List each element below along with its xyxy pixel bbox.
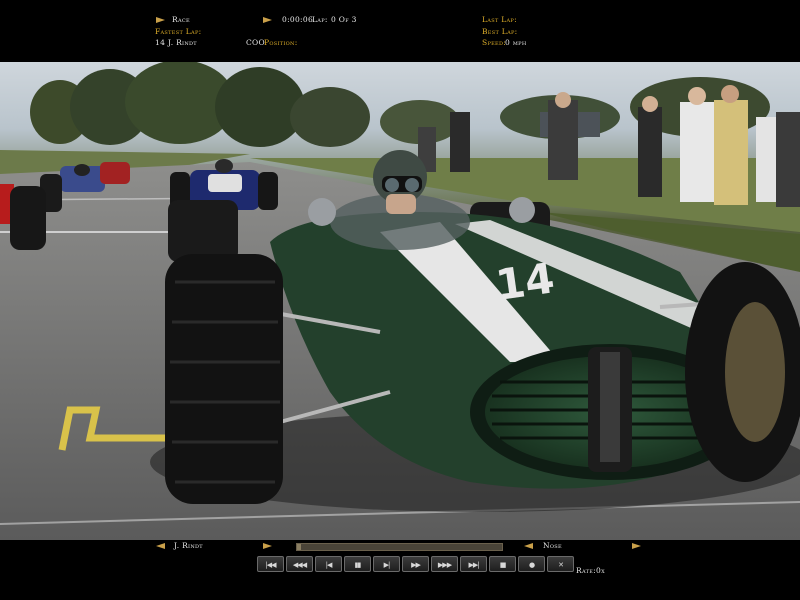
race-timer: 0:00:06 (282, 15, 314, 24)
prev-camera-button[interactable] (524, 543, 533, 549)
race-arrow-icon (156, 17, 165, 23)
step-forward-button[interactable]: ▶| (373, 556, 400, 572)
speed-value: 0 mph (505, 38, 527, 47)
replay-controls: |◀◀ ◀◀◀ |◀ ▮▮ ▶| ▶▶ ▶▶▶ ▶▶| ■ ● ✕ (257, 556, 574, 574)
game-screen: Race 0:00:06 Lap: 0 Of 3 Fastest Lap: 14… (0, 0, 800, 600)
race-label: Race (172, 15, 190, 24)
lap-value: 0 Of 3 (331, 15, 357, 24)
session-label: COO (246, 38, 265, 47)
replay-driver-name: J. Rindt (174, 541, 203, 550)
speed-label: Speed: (482, 38, 507, 47)
fastest-lap-label: Fastest Lap: (155, 27, 202, 36)
prev-driver-button[interactable] (156, 543, 165, 549)
camera-name: Nose (543, 541, 562, 550)
pause-button[interactable]: ▮▮ (344, 556, 371, 572)
first-button[interactable]: |◀◀ (257, 556, 284, 572)
play-button[interactable]: ▶▶ (402, 556, 429, 572)
stop-button[interactable]: ■ (489, 556, 516, 572)
rate-value: 0x (596, 566, 605, 575)
car-number: 14 (493, 253, 558, 310)
last-lap-label: Last Lap: (482, 15, 517, 24)
replay-progress-slider[interactable] (296, 543, 503, 551)
fastest-lap-number: 14 (155, 38, 166, 47)
rate-label: Rate: (576, 566, 596, 575)
record-button[interactable]: ● (518, 556, 545, 572)
position-label: Position: (264, 38, 298, 47)
rewind-button[interactable]: |◀ (315, 556, 342, 572)
forward-fast-button[interactable]: ▶▶▶ (431, 556, 458, 572)
timer-arrow-icon (263, 17, 272, 23)
best-lap-label: Best Lap: (482, 27, 518, 36)
next-camera-button[interactable] (632, 543, 641, 549)
last-button[interactable]: ▶▶| (460, 556, 487, 572)
replay-progress-fill (297, 544, 302, 550)
next-driver-button[interactable] (263, 543, 272, 549)
rewind-fast-button[interactable]: ◀◀◀ (286, 556, 313, 572)
race-scene-drawing: 14 (0, 62, 800, 540)
top-hud: Race 0:00:06 Lap: 0 Of 3 Fastest Lap: 14… (0, 0, 800, 62)
race-scene: 14 (0, 62, 800, 540)
lap-label: Lap: (312, 15, 328, 24)
fastest-lap-driver: J. Rindt (168, 38, 197, 47)
exit-button[interactable]: ✕ (547, 556, 574, 572)
